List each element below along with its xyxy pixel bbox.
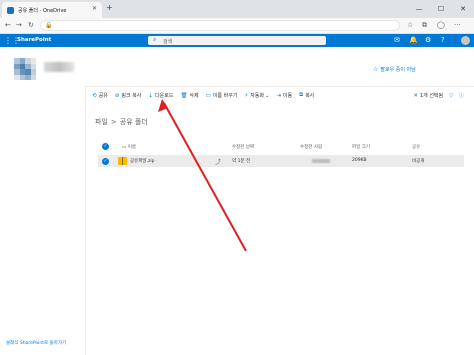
close-window-button[interactable]: ✕ [452, 0, 474, 18]
share-row-icon[interactable]: ⤴ [215, 157, 221, 166]
site-logo-pixelated[interactable] [14, 58, 36, 80]
trash-icon: 🗑 [180, 92, 188, 99]
left-navigation [0, 86, 86, 355]
search-icon: ⌕ [153, 36, 157, 43]
selection-count[interactable]: ✕ 1개 선택됨 [413, 92, 443, 100]
profile-icon[interactable]: ◯ [437, 21, 445, 29]
return-to-classic-link[interactable]: 클래식 SharePoint로 돌아가기 [6, 340, 66, 346]
file-size: 209KB [352, 158, 367, 163]
copy-icon: ⧉ [299, 92, 304, 98]
breadcrumb-current: 공유 폴더 [119, 118, 148, 126]
suite-bar: ⋮⋮ SharePoint ⌕ 검색 ✉ 🔔 ⚙ ? [0, 34, 474, 47]
modified-by-redacted [312, 159, 330, 163]
user-avatar[interactable] [461, 36, 470, 45]
browser-toolbar: ← → ↻ 🔒 ☆ ⧉ ◯ ··· [0, 18, 474, 34]
breadcrumb: 파일 > 공유 폴더 [95, 117, 148, 127]
share-icon: ⟲ [92, 92, 97, 99]
move-icon: ⇥ [276, 92, 281, 99]
lock-icon: 🔒 [45, 22, 53, 29]
command-bar-right: ✕ 1개 선택됨 ▽ ⓘ [413, 88, 470, 103]
browser-tab[interactable]: 공유 폴더 - OneDrive ✕ [2, 2, 102, 18]
copy-command[interactable]: ⧉ 복사 [299, 92, 314, 99]
table-row[interactable]: ✓ 공유파일.zip ⤴ 약 1분 전 209KB 비공개 [98, 155, 464, 167]
follow-label: 팔로우 중이 아님 [380, 67, 416, 73]
zip-file-icon [118, 157, 127, 165]
link-icon: ⊘ [114, 92, 120, 99]
filter-icon[interactable]: ▽ [449, 93, 453, 99]
arrow-shaft [163, 102, 247, 252]
chevron-down-icon: ⌄ [265, 92, 270, 99]
file-sharing: 비공개 [412, 159, 425, 164]
column-modified-by[interactable]: 수정한 사람 [300, 144, 322, 150]
divider [86, 86, 474, 87]
list-header: ✓ ▭ 이름 수정된 날짜 수정한 사람 파일 크기 공유 [86, 142, 474, 152]
share-command[interactable]: ⟲ 공유 [92, 92, 108, 100]
search-placeholder: 검색 [163, 39, 173, 45]
select-all-checkbox[interactable]: ✓ [102, 143, 109, 150]
info-icon[interactable]: ⓘ [459, 92, 464, 99]
window-controls: — ☐ ✕ [408, 0, 474, 18]
tab-close-icon[interactable]: ✕ [92, 5, 97, 12]
automate-icon: ⚡ [244, 92, 249, 99]
automate-command[interactable]: ⚡ 자동화 ⌄ [244, 92, 270, 100]
download-command[interactable]: ↓ 다운로드 [148, 92, 173, 100]
file-modified: 약 1분 전 [232, 159, 251, 164]
chat-icon[interactable]: ✉ [394, 36, 400, 44]
back-icon[interactable]: ← [5, 21, 11, 29]
rename-command[interactable]: ▭ 이름 바꾸기 [205, 92, 238, 100]
follow-button[interactable]: ☆ 팔로우 중이 아님 [373, 66, 416, 73]
minimize-button[interactable]: — [408, 0, 430, 18]
row-checkbox[interactable]: ✓ [102, 157, 109, 165]
file-name[interactable]: 공유파일.zip [130, 158, 154, 164]
rename-icon: ▭ [205, 92, 211, 99]
breadcrumb-separator: > [110, 118, 117, 126]
column-name[interactable]: ▭ 이름 [122, 144, 136, 150]
notifications-icon[interactable]: 🔔 [409, 36, 418, 44]
column-sharing[interactable]: 공유 [412, 144, 420, 150]
address-bar[interactable]: 🔒 [40, 20, 400, 31]
favorite-star-icon[interactable]: ☆ [407, 21, 413, 29]
delete-command[interactable]: 🗑 삭제 [180, 92, 198, 100]
help-icon[interactable]: ? [441, 36, 445, 44]
maximize-button[interactable]: ☐ [430, 0, 452, 18]
forward-icon[interactable]: → [16, 21, 22, 29]
refresh-icon[interactable]: ↻ [28, 21, 34, 29]
column-file-size[interactable]: 파일 크기 [352, 144, 370, 150]
column-modified[interactable]: 수정된 날짜 [232, 144, 254, 150]
star-icon: ☆ [373, 66, 379, 73]
more-menu-icon[interactable]: ··· [454, 21, 461, 29]
command-bar: ⟲ 공유 ⊘ 링크 복사 ↓ 다운로드 🗑 삭제 ▭ 이름 바꾸기 ⚡ 자동화 ⌄ ⇥ 이동 ⧉… [86, 88, 474, 103]
copy-link-command[interactable]: ⊘ 링크 복사 [114, 92, 142, 100]
tab-title: 공유 폴더 - OneDrive [18, 7, 67, 14]
sharepoint-brand[interactable]: SharePoint [17, 37, 51, 43]
download-icon: ↓ [148, 92, 154, 99]
onedrive-favicon-icon [7, 6, 14, 14]
collections-icon[interactable]: ⧉ [422, 21, 427, 30]
browser-tab-strip: 공유 폴더 - OneDrive ✕ + — ☐ ✕ [0, 0, 474, 18]
move-command[interactable]: ⇥ 이동 [276, 92, 292, 100]
new-tab-button[interactable]: + [106, 3, 113, 12]
close-selection-icon: ✕ [413, 92, 418, 99]
settings-gear-icon[interactable]: ⚙ [425, 36, 431, 44]
search-input[interactable]: ⌕ 검색 [148, 36, 326, 45]
site-name-redacted [44, 62, 74, 72]
breadcrumb-root[interactable]: 파일 [95, 118, 108, 126]
